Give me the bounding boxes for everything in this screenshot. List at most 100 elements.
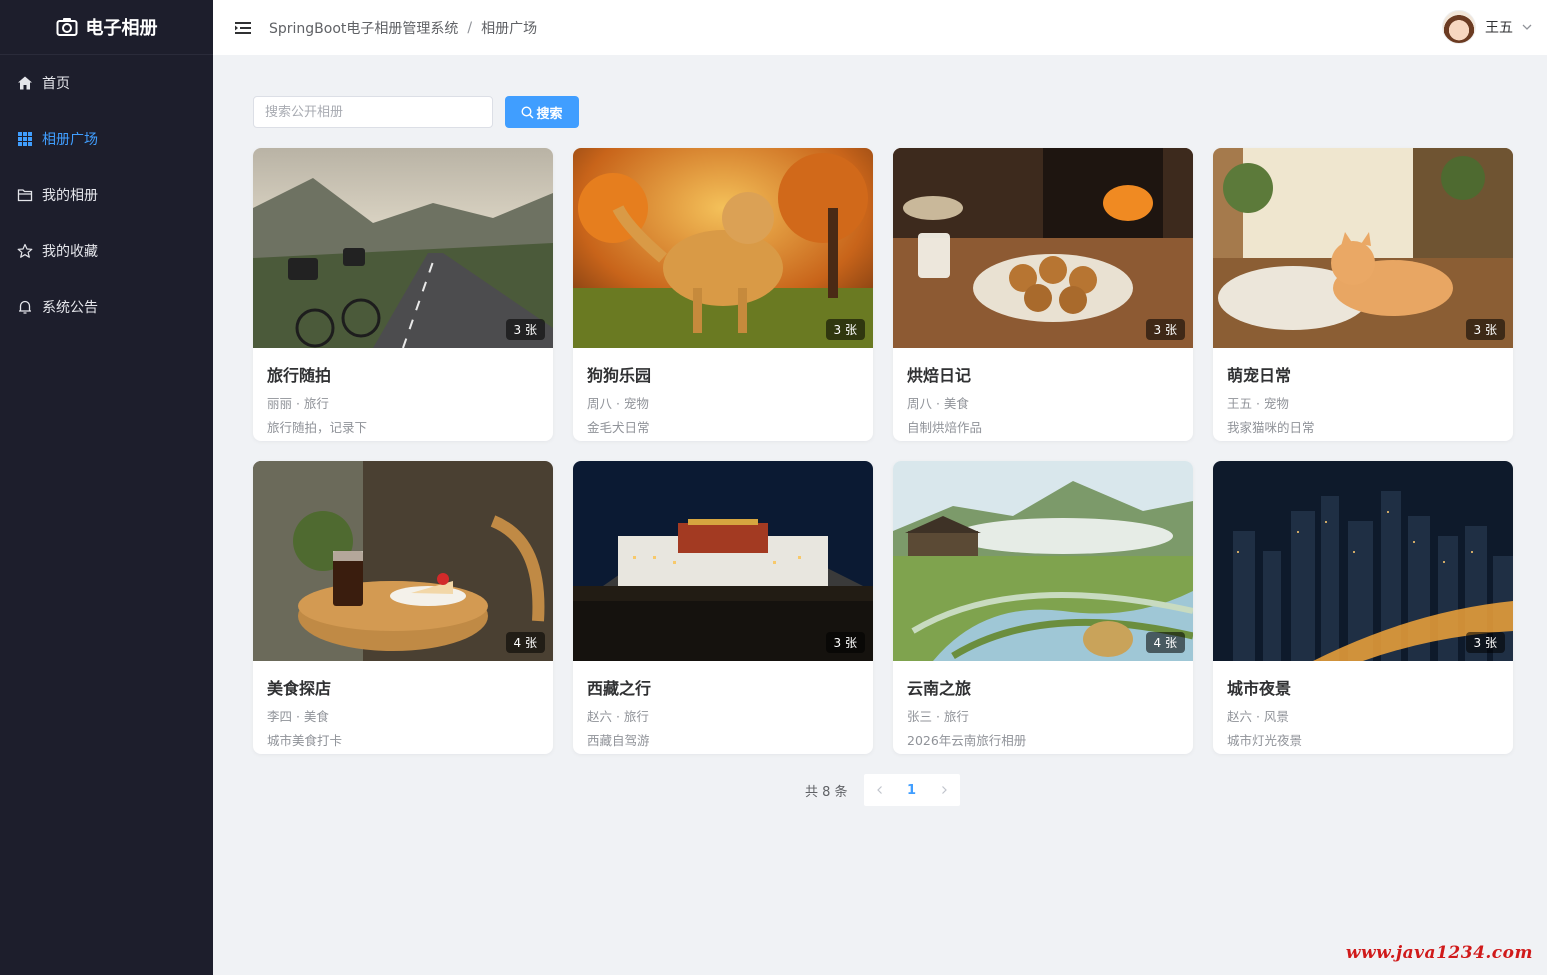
album-card[interactable]: 3 张 狗狗乐园 周八 · 宠物 金毛犬日常 (573, 148, 873, 441)
album-meta: 李四 · 美食 (267, 709, 329, 724)
photo-count-badge: 3 张 (1145, 319, 1185, 340)
next-page-button[interactable] (928, 774, 960, 806)
chevron-down-icon (1521, 21, 1533, 33)
album-title: 美食探店 (267, 679, 332, 698)
album-card-body: 云南之旅 张三 · 旅行 2026年云南旅行相册 (893, 661, 1193, 749)
home-icon (17, 75, 33, 91)
pagination: 共 8 条 1 (805, 774, 960, 806)
album-cover-image[interactable]: 3 张 (253, 148, 553, 349)
search-button[interactable]: 搜索 (505, 96, 579, 128)
sidebar-item-label: 首页 (42, 76, 70, 92)
album-cover-image[interactable]: 3 张 (1213, 461, 1513, 661)
user-name: 王五 (1485, 20, 1513, 36)
album-description: 城市灯光夜景 (1227, 733, 1303, 748)
chevron-right-icon (939, 785, 949, 795)
breadcrumb-separator: / (467, 19, 473, 36)
album-card[interactable]: 3 张 城市夜景 赵六 · 风景 城市灯光夜景 (1213, 461, 1513, 754)
breadcrumb-current: 相册广场 (481, 20, 538, 37)
album-cover-image[interactable]: 3 张 (893, 148, 1193, 348)
main-content: 搜索公开相册 搜索 3 张 旅行随拍 丽丽 · 旅行 旅行随拍，记录下 3 张 … (213, 55, 1547, 975)
album-title: 旅行随拍 (267, 366, 332, 385)
album-title: 城市夜景 (1227, 679, 1292, 698)
album-meta: 王五 · 宠物 (1227, 396, 1289, 411)
album-card[interactable]: 3 张 烘焙日记 周八 · 美食 自制烘焙作品 (893, 148, 1193, 441)
album-card-body: 狗狗乐园 周八 · 宠物 金毛犬日常 (573, 348, 873, 436)
album-description: 金毛犬日常 (587, 420, 650, 435)
album-grid: 3 张 旅行随拍 丽丽 · 旅行 旅行随拍，记录下 3 张 狗狗乐园 周八 · … (253, 148, 1513, 754)
logo-text: 电子相册 (85, 18, 158, 39)
bell-icon (17, 299, 33, 315)
sidebar-item-label: 我的相册 (42, 188, 98, 204)
album-cover-image[interactable]: 4 张 (893, 461, 1193, 661)
album-card-body: 萌宠日常 王五 · 宠物 我家猫咪的日常 (1213, 348, 1513, 436)
sidebar-item-home[interactable]: 首页 (0, 55, 213, 111)
album-card[interactable]: 3 张 旅行随拍 丽丽 · 旅行 旅行随拍，记录下 (253, 148, 553, 441)
album-card[interactable]: 4 张 美食探店 李四 · 美食 城市美食打卡 (253, 461, 553, 754)
sidebar-item-album-square[interactable]: 相册广场 (0, 111, 213, 167)
photo-count-badge: 3 张 (1465, 632, 1505, 653)
sidebar: 电子相册 首页 相册广场 我的相册 我的收藏 系统公告 (0, 0, 213, 975)
photo-count-badge: 3 张 (505, 319, 545, 340)
album-description: 西藏自驾游 (587, 733, 650, 748)
chevron-left-icon (875, 785, 885, 795)
search-input[interactable] (253, 96, 493, 128)
search-bar: 搜索 (253, 96, 579, 128)
menu-toggle-icon[interactable] (235, 21, 251, 35)
album-title: 萌宠日常 (1227, 366, 1292, 385)
logo[interactable]: 电子相册 (0, 0, 213, 55)
album-meta: 赵六 · 风景 (1227, 709, 1289, 724)
album-cover-image[interactable]: 4 张 (253, 461, 553, 661)
sidebar-item-label: 相册广场 (42, 132, 98, 148)
album-description: 2026年云南旅行相册 (907, 733, 1027, 748)
sidebar-item-label: 我的收藏 (42, 244, 98, 260)
photo-count-badge: 3 张 (825, 319, 865, 340)
photo-count-badge: 3 张 (1465, 319, 1505, 340)
sidebar-item-label: 系统公告 (42, 300, 98, 316)
watermark: www.java1234.com (1345, 943, 1533, 963)
pager: 1 (863, 774, 960, 806)
album-cover-image[interactable]: 3 张 (1213, 148, 1513, 348)
prev-page-button[interactable] (864, 774, 896, 806)
album-card-body: 烘焙日记 周八 · 美食 自制烘焙作品 (893, 348, 1193, 436)
camera-icon (56, 17, 86, 37)
pagination-total: 共 8 条 (805, 784, 848, 800)
album-meta: 周八 · 宠物 (587, 396, 649, 411)
search-icon (521, 105, 536, 119)
album-description: 旅行随拍，记录下 (267, 420, 368, 435)
photo-count-badge: 3 张 (825, 632, 865, 653)
sidebar-menu: 首页 相册广场 我的相册 我的收藏 系统公告 (0, 55, 213, 335)
album-card-body: 美食探店 李四 · 美食 城市美食打卡 (253, 661, 553, 749)
album-meta: 丽丽 · 旅行 (267, 396, 329, 411)
album-card[interactable]: 3 张 西藏之行 赵六 · 旅行 西藏自驾游 (573, 461, 873, 754)
grid-icon (17, 131, 33, 147)
album-meta: 周八 · 美食 (907, 396, 969, 411)
app-root: 电子相册 首页 相册广场 我的相册 我的收藏 系统公告 SpringBoot电子… (0, 0, 1547, 975)
folder-icon (17, 187, 33, 203)
star-icon (17, 243, 33, 259)
album-card-body: 城市夜景 赵六 · 风景 城市灯光夜景 (1213, 661, 1513, 749)
album-meta: 赵六 · 旅行 (587, 709, 649, 724)
sidebar-item-my-albums[interactable]: 我的相册 (0, 167, 213, 223)
album-description: 城市美食打卡 (267, 733, 343, 748)
sidebar-item-announcements[interactable]: 系统公告 (0, 279, 213, 335)
album-card-body: 西藏之行 赵六 · 旅行 西藏自驾游 (573, 661, 873, 749)
album-title: 烘焙日记 (907, 366, 972, 385)
avatar[interactable] (1442, 10, 1476, 44)
album-title: 云南之旅 (907, 679, 972, 698)
album-card-body: 旅行随拍 丽丽 · 旅行 旅行随拍，记录下 (253, 348, 553, 436)
breadcrumb: SpringBoot电子相册管理系统 / 相册广场 (269, 18, 537, 38)
album-description: 我家猫咪的日常 (1227, 420, 1315, 435)
album-title: 西藏之行 (587, 679, 652, 698)
top-header: SpringBoot电子相册管理系统 / 相册广场 王五 (213, 0, 1547, 55)
photo-count-badge: 4 张 (505, 632, 545, 653)
breadcrumb-root[interactable]: SpringBoot电子相册管理系统 (269, 18, 458, 38)
user-dropdown[interactable]: 王五 (1442, 8, 1533, 46)
photo-count-badge: 4 张 (1145, 632, 1185, 653)
album-description: 自制烘焙作品 (907, 420, 983, 435)
album-card[interactable]: 3 张 萌宠日常 王五 · 宠物 我家猫咪的日常 (1213, 148, 1513, 441)
album-card[interactable]: 4 张 云南之旅 张三 · 旅行 2026年云南旅行相册 (893, 461, 1193, 754)
sidebar-item-favorites[interactable]: 我的收藏 (0, 223, 213, 279)
page-number[interactable]: 1 (896, 774, 928, 806)
album-cover-image[interactable]: 3 张 (573, 461, 873, 661)
album-cover-image[interactable]: 3 张 (573, 148, 873, 348)
